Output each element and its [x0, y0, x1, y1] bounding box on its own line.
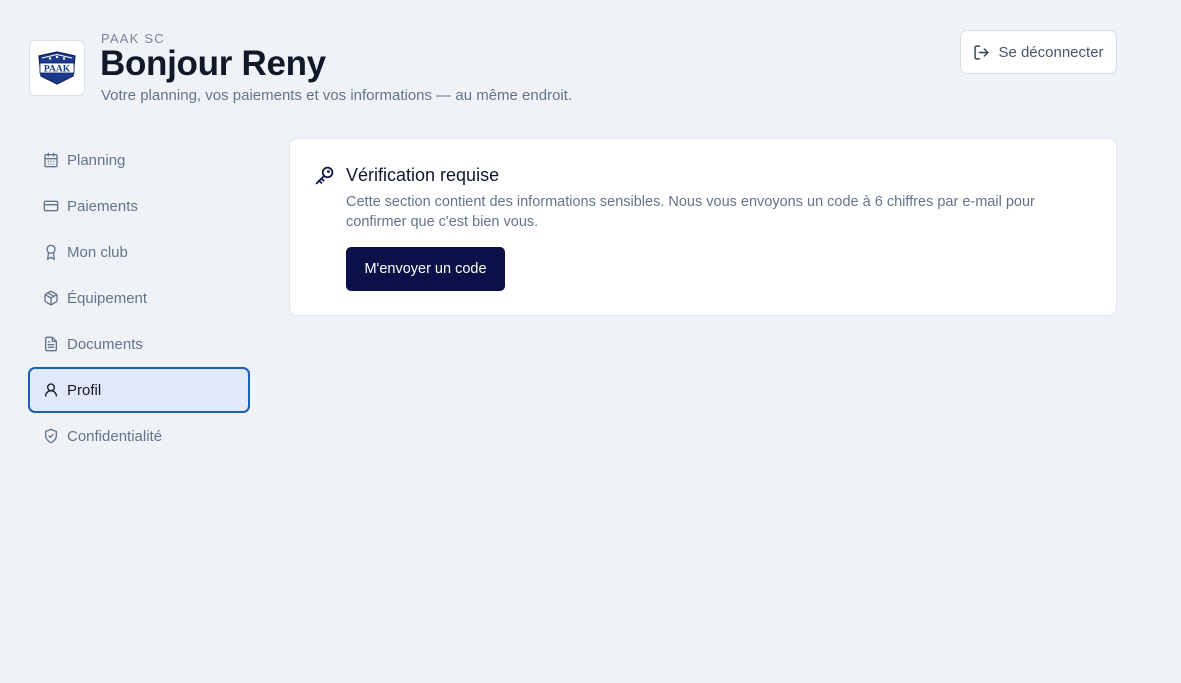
page: PAAK PAAK SC Bonjour Reny Votre planning… [0, 0, 1181, 683]
page-title: Bonjour Reny [100, 44, 326, 83]
document-icon [42, 336, 59, 353]
page-subtitle: Votre planning, vos paiements et vos inf… [101, 87, 573, 104]
sidebar-item-label: Équipement [67, 289, 148, 307]
calendar-icon [42, 152, 59, 169]
send-code-button[interactable]: M'envoyer un code [346, 247, 505, 291]
shield-icon [42, 428, 59, 445]
sidebar-item-documents[interactable]: Documents [28, 321, 250, 367]
award-icon [42, 244, 59, 261]
verification-card: Vérification requise Cette section conti… [289, 138, 1117, 316]
sidebar-item-mon-club[interactable]: Mon club [28, 229, 250, 275]
key-icon [314, 165, 336, 187]
sidebar-nav: Planning Paiements Mon club Équipement D… [28, 137, 250, 459]
logo-text: PAAK [44, 65, 71, 75]
logout-icon [973, 44, 990, 61]
sidebar-item-label: Profil [67, 381, 102, 399]
verification-title: Vérification requise [346, 165, 500, 185]
sidebar-item-paiements[interactable]: Paiements [28, 183, 250, 229]
credit-card-icon [42, 198, 59, 215]
sidebar-item-label: Paiements [67, 197, 138, 215]
sidebar-item-profil[interactable]: Profil [28, 367, 250, 413]
user-icon [42, 382, 59, 399]
sidebar-item-equipement[interactable]: Équipement [28, 275, 250, 321]
club-crest-icon: PAAK [38, 51, 76, 85]
logout-label: Se déconnecter [998, 43, 1104, 61]
sidebar-item-label: Confidentialité [67, 427, 163, 445]
sidebar-item-label: Mon club [67, 243, 128, 261]
sidebar-item-planning[interactable]: Planning [28, 137, 250, 183]
logout-button[interactable]: Se déconnecter [960, 30, 1117, 74]
club-logo: PAAK [29, 40, 85, 96]
sidebar-item-label: Documents [67, 335, 143, 353]
verification-description: Cette section contient des informations … [346, 194, 1035, 230]
sidebar-item-label: Planning [67, 151, 126, 169]
sidebar-item-confidentialite[interactable]: Confidentialité [28, 413, 250, 459]
package-icon [42, 290, 59, 307]
